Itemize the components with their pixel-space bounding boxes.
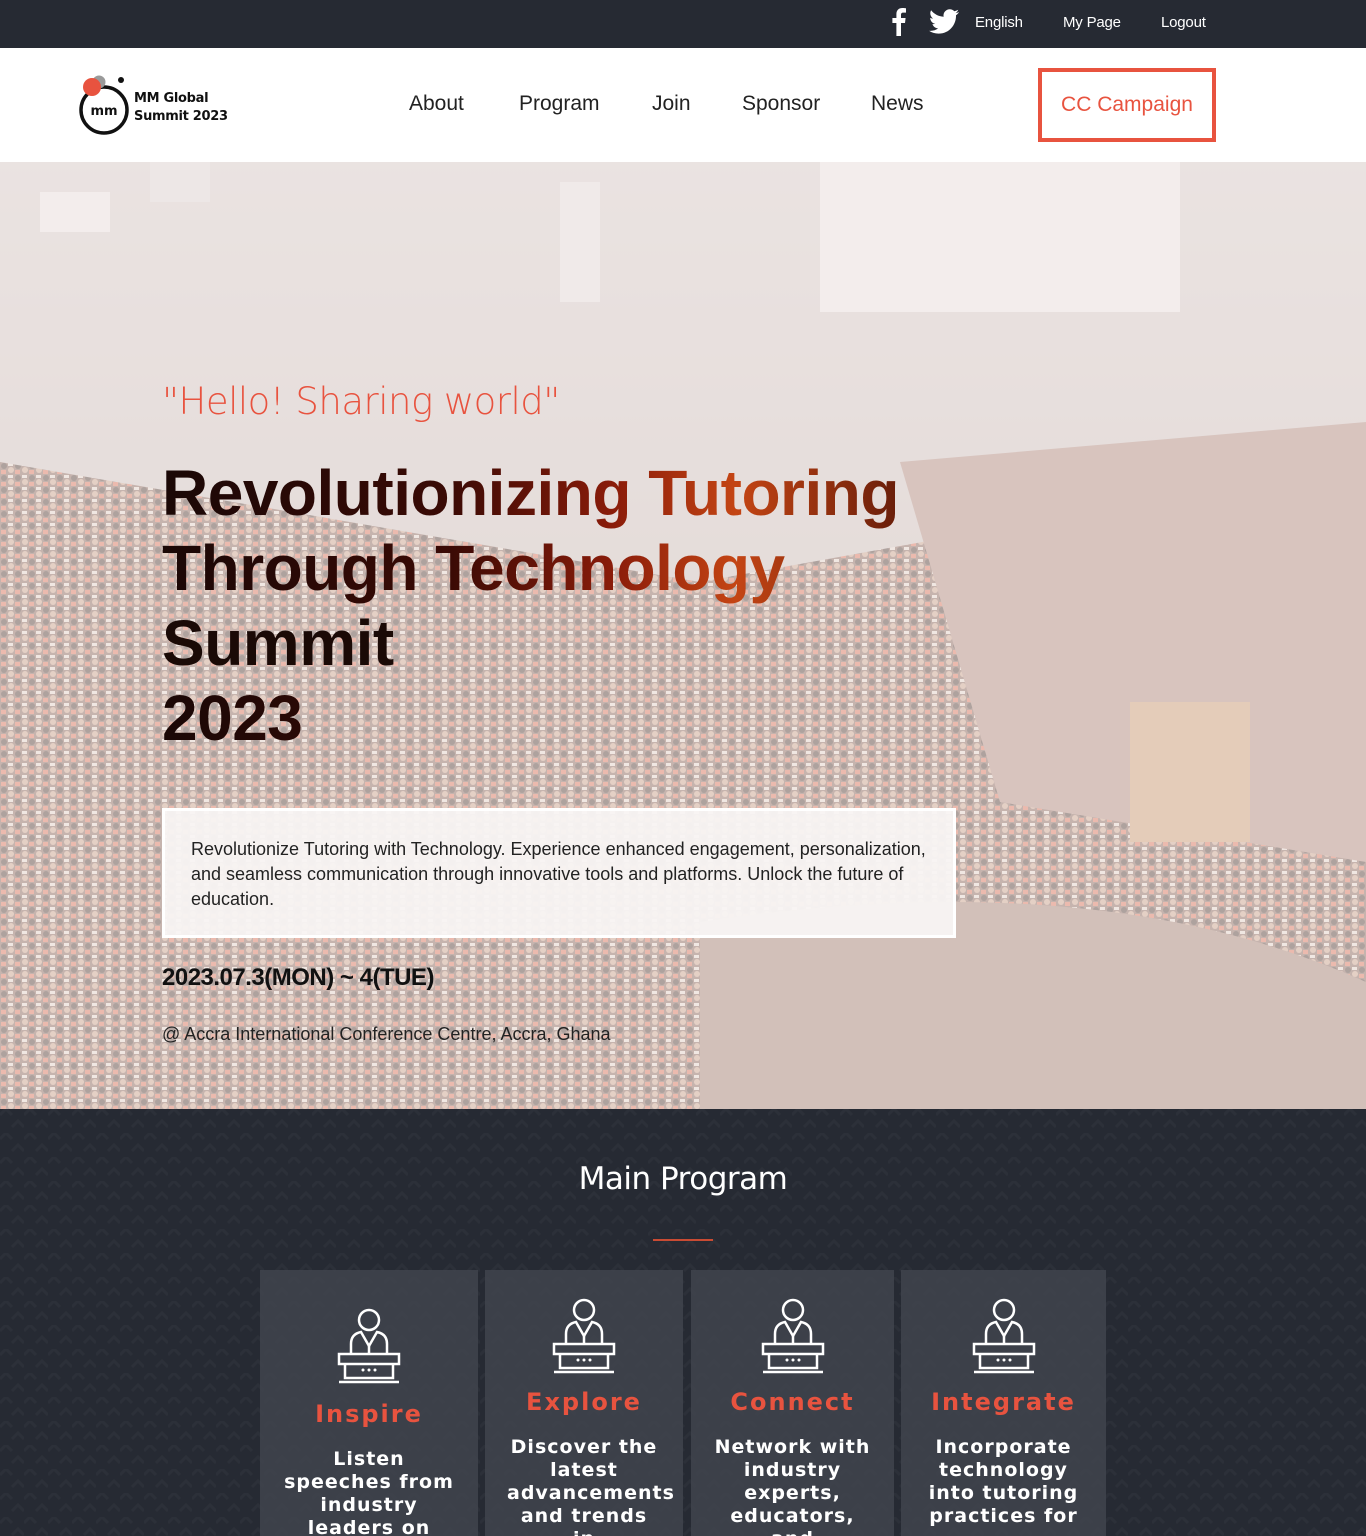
top-utility-bar: English My Page Logout <box>0 0 1366 48</box>
nav-about[interactable]: About <box>409 92 464 116</box>
main-program-section: Main Program Inspire Listen speeches fro… <box>0 1109 1366 1536</box>
logout-link[interactable]: Logout <box>1161 14 1206 31</box>
speaker-podium-icon <box>552 1298 616 1374</box>
event-date: 2023.07.3(MON) ~ 4(TUE) <box>162 964 434 991</box>
nav-news[interactable]: News <box>871 92 924 116</box>
logo-line-1: MM Global <box>134 91 209 106</box>
hero-description: Revolutionize Tutoring with Technology. … <box>162 808 956 938</box>
headline-line-3: Summit <box>162 607 394 679</box>
hero-section: "Hello! Sharing world" Revolutionizing T… <box>0 162 1366 1109</box>
site-header: mm MM Global Summit 2023 About Program J… <box>0 48 1366 162</box>
title-divider <box>653 1239 713 1241</box>
my-page-link[interactable]: My Page <box>1063 14 1121 31</box>
card-text: Discover the latest advancements and tre… <box>507 1436 675 1536</box>
speaker-podium-icon <box>337 1308 401 1384</box>
program-card-inspire[interactable]: Inspire Listen speeches from industry le… <box>260 1270 478 1536</box>
card-title: Inspire <box>315 1400 423 1428</box>
twitter-icon[interactable] <box>929 8 959 36</box>
program-card-integrate[interactable]: Integrate Incorporate technology into tu… <box>901 1270 1106 1536</box>
event-venue: @ Accra International Conference Centre,… <box>162 1024 611 1044</box>
site-logo[interactable]: mm MM Global Summit 2023 <box>76 70 236 140</box>
card-text: Incorporate technology into tutoring pra… <box>928 1436 1079 1527</box>
cc-campaign-button[interactable]: CC Campaign <box>1038 68 1216 142</box>
nav-program[interactable]: Program <box>519 92 600 116</box>
facebook-icon[interactable] <box>888 8 910 36</box>
logo-mark-text: mm <box>90 104 117 119</box>
program-title: Main Program <box>578 1161 788 1197</box>
logo-text: MM Global Summit 2023 <box>134 90 228 126</box>
card-title: Explore <box>526 1388 642 1416</box>
headline-line-4: 2023 <box>162 681 982 756</box>
headline-line-1: Revolutionizing Tutoring <box>162 456 982 531</box>
speaker-podium-icon <box>972 1298 1035 1374</box>
logo-line-2: Summit 2023 <box>134 109 228 124</box>
logo-mark-icon: mm <box>79 75 129 135</box>
headline-line-2: Through Technology <box>162 531 982 606</box>
hero-headline: Revolutionizing Tutoring Through Technol… <box>162 456 982 756</box>
card-text: Listen speeches from industry leaders on… <box>284 1448 454 1536</box>
nav-join[interactable]: Join <box>652 92 691 116</box>
nav-sponsor[interactable]: Sponsor <box>742 92 820 116</box>
hero-tagline: "Hello! Sharing world" <box>162 380 560 423</box>
program-card-connect[interactable]: Connect Network with industry experts, e… <box>691 1270 894 1536</box>
card-title: Connect <box>730 1388 855 1416</box>
card-text: Network with industry experts, educators… <box>714 1436 871 1536</box>
card-title: Integrate <box>931 1388 1076 1416</box>
speaker-podium-icon <box>761 1298 824 1374</box>
language-link[interactable]: English <box>975 14 1023 31</box>
program-card-explore[interactable]: Explore Discover the latest advancements… <box>485 1270 683 1536</box>
